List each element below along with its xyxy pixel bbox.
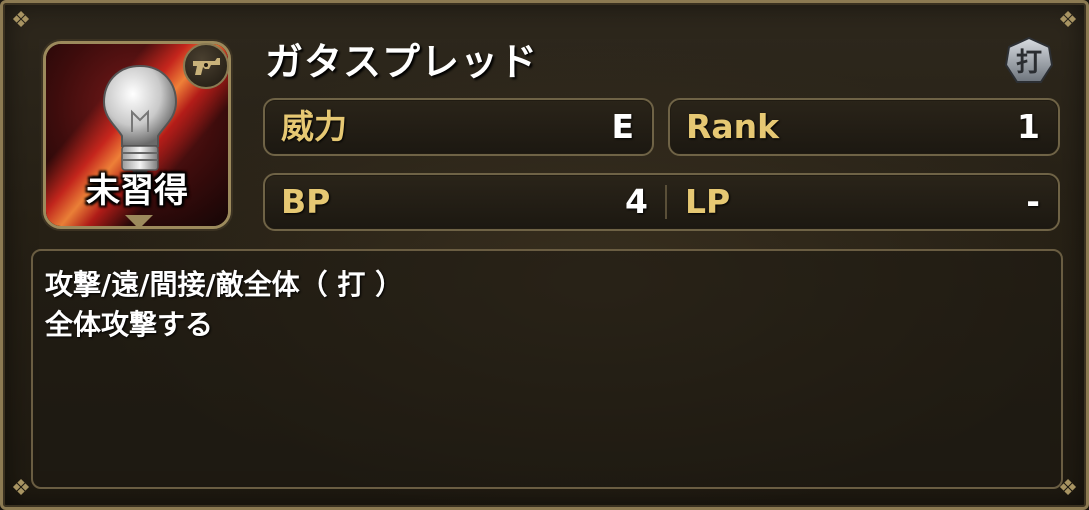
rank-field: Rank 1 xyxy=(668,98,1060,156)
lp-label: LP xyxy=(685,182,731,221)
lp-value: - xyxy=(1026,182,1040,221)
cost-divider xyxy=(665,185,667,219)
description-line-2: 全体攻撃する xyxy=(45,308,214,341)
skill-name: ガタスプレッド xyxy=(265,40,539,84)
corner-ornament-icon: ❖ xyxy=(1058,8,1078,33)
description-line-1: 攻撃/遠/間接/敵全体（ 打 ） xyxy=(45,268,404,301)
blunt-attack-icon: 打 xyxy=(1003,35,1055,87)
rank-value: 1 xyxy=(1017,107,1040,146)
skill-detail-panel: ❖ ❖ ❖ ❖ 未習得 ガタスプレッド 打 威力 E Rank 1 BP 4 L… xyxy=(0,0,1089,510)
bp-label: BP xyxy=(281,182,331,221)
power-value: E xyxy=(611,107,634,146)
cost-field: BP 4 LP - xyxy=(263,173,1060,231)
rank-label: Rank xyxy=(686,107,780,146)
type-badge-text: 打 xyxy=(1016,48,1042,78)
corner-ornament-icon: ❖ xyxy=(11,8,31,33)
power-label: 威力 xyxy=(281,107,347,146)
revolver-icon xyxy=(183,43,229,89)
icon-pointer xyxy=(125,215,153,229)
bp-value: 4 xyxy=(625,182,648,221)
learn-status-label: 未習得 xyxy=(86,171,188,211)
power-field: 威力 E xyxy=(263,98,654,156)
skill-description-box: 攻撃/遠/間接/敵全体（ 打 ） 全体攻撃する xyxy=(31,249,1063,489)
